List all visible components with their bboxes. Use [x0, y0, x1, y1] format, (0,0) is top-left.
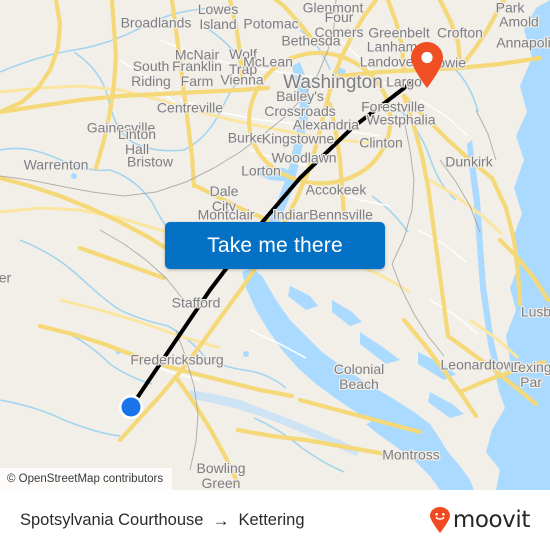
destination-marker[interactable] [410, 42, 444, 88]
origin-marker[interactable] [118, 394, 144, 420]
route-summary: Spotsylvania Courthouse → Kettering [20, 511, 305, 530]
moovit-logo[interactable]: moovit [429, 507, 530, 533]
arrow-right-icon: → [212, 510, 230, 530]
osm-attribution[interactable]: © OpenStreetMap contributors [0, 468, 173, 490]
footer-bar: Spotsylvania Courthouse → Kettering moov… [0, 490, 550, 550]
map-screenshot-root: Broadlands Lowes Island Potomac Glenmont Fou… [0, 0, 550, 550]
moovit-pin-icon [429, 507, 450, 533]
origin-label: Spotsylvania Courthouse [20, 510, 204, 529]
moovit-wordmark: moovit [452, 507, 531, 533]
take-me-there-button[interactable]: Take me there [165, 222, 385, 269]
map-pin-icon [411, 42, 443, 88]
destination-label: Kettering [238, 510, 305, 529]
map-canvas[interactable]: Broadlands Lowes Island Potomac Glenmont Fou… [0, 0, 550, 490]
origin-dot-icon [119, 395, 143, 419]
